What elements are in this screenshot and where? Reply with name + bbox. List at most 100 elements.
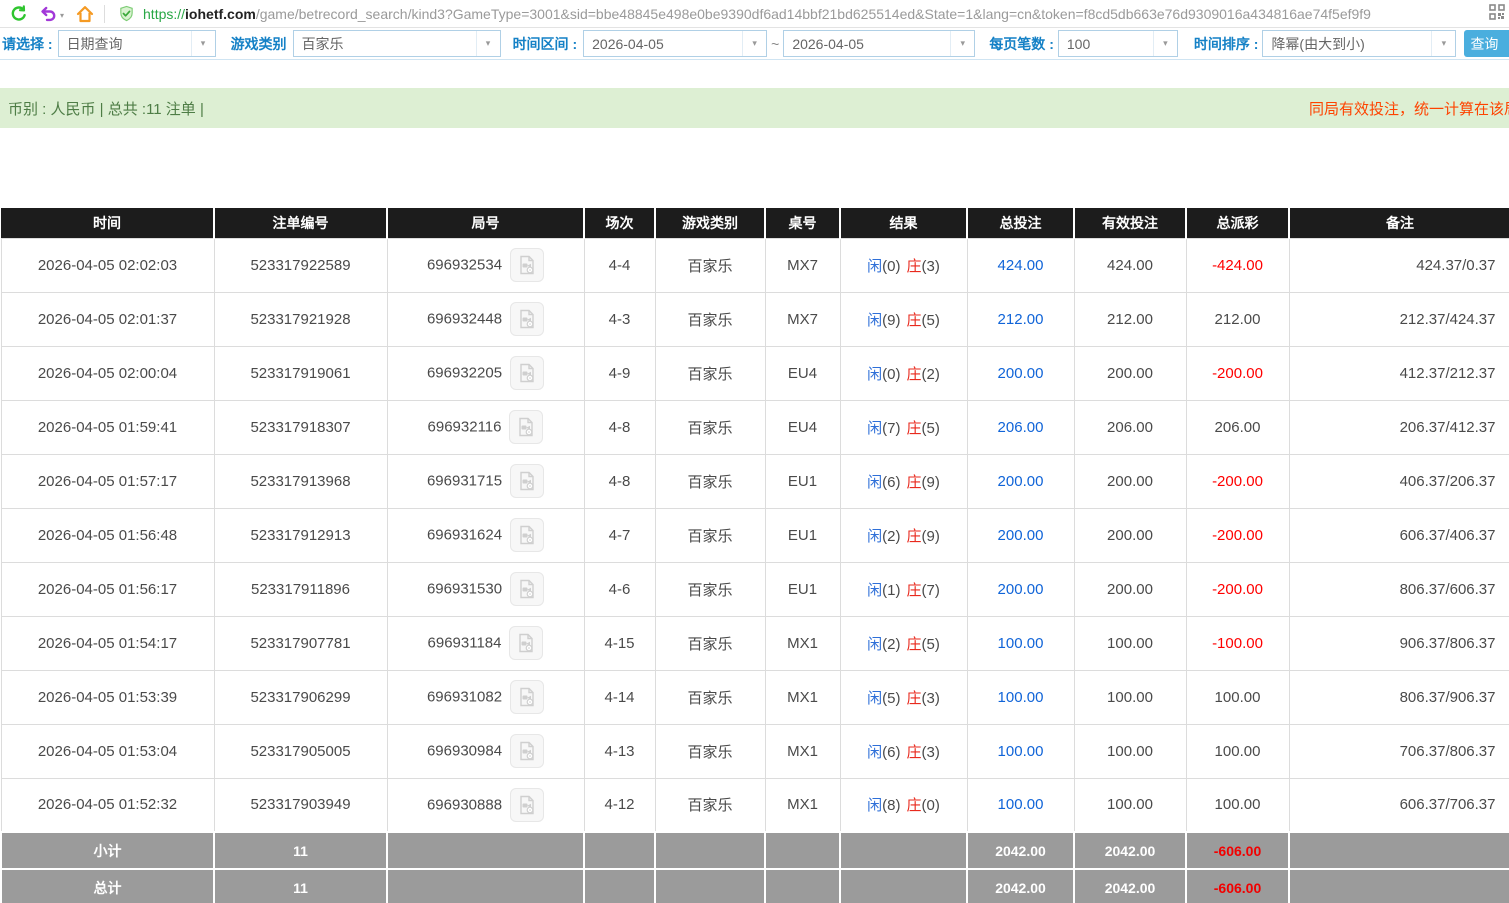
total-valid-bet: 2042.00 — [1074, 869, 1186, 903]
video-replay-button[interactable] — [509, 626, 543, 660]
payout: 212.00 — [1186, 292, 1289, 346]
empty-cell — [655, 869, 765, 903]
result-cell: 闲(2)庄(9) — [840, 508, 967, 562]
video-replay-button[interactable] — [510, 248, 544, 282]
total-bet-link[interactable]: 100.00 — [998, 796, 1044, 813]
session: 4-15 — [584, 616, 655, 670]
bet-time: 2026-04-05 01:56:48 — [1, 508, 214, 562]
session: 4-6 — [584, 562, 655, 616]
empty-cell — [840, 832, 967, 869]
total-bet-cell: 424.00 — [967, 238, 1074, 292]
table-row: 2026-04-05 02:00:04 523317919061 6969322… — [1, 346, 1509, 400]
video-replay-button[interactable] — [510, 788, 544, 822]
header-session: 场次 — [584, 208, 655, 238]
video-icon — [517, 363, 537, 383]
round-id: 696931184 — [428, 635, 502, 652]
remark: 806.37/906.37 — [1289, 670, 1509, 724]
total-bet-link[interactable]: 200.00 — [998, 581, 1044, 598]
table-code: MX1 — [765, 670, 840, 724]
player-result-points: (0) — [882, 366, 900, 383]
total-bet-link[interactable]: 100.00 — [998, 635, 1044, 652]
banker-result-points: (7) — [922, 582, 940, 599]
valid-bet: 200.00 — [1074, 454, 1186, 508]
result-cell: 闲(8)庄(0) — [840, 778, 967, 832]
player-result-points: (8) — [882, 797, 900, 814]
home-icon[interactable] — [74, 3, 96, 25]
video-replay-button[interactable] — [510, 518, 544, 552]
empty-cell — [765, 869, 840, 903]
player-result-points: (1) — [882, 582, 900, 599]
session: 4-14 — [584, 670, 655, 724]
video-replay-button[interactable] — [509, 410, 543, 444]
back-icon[interactable] — [36, 3, 58, 25]
remark: 906.37/806.37 — [1289, 616, 1509, 670]
back-history-caret-icon[interactable]: ▾ — [60, 11, 64, 20]
round-cell: 696930984 — [387, 724, 584, 778]
result-cell: 闲(1)庄(7) — [840, 562, 967, 616]
total-row: 总计 11 2042.00 2042.00 -606.00 — [1, 869, 1509, 903]
page-size-dropdown[interactable]: 100 ▾ — [1058, 30, 1178, 57]
player-result-points: (0) — [882, 258, 900, 275]
bet-table-body: 2026-04-05 02:02:03 523317922589 6969325… — [1, 238, 1509, 832]
video-replay-button[interactable] — [510, 680, 544, 714]
reload-icon[interactable] — [8, 3, 30, 25]
banker-result-points: (5) — [922, 420, 940, 437]
chevron-down-icon: ▾ — [191, 31, 215, 56]
valid-bet: 100.00 — [1074, 670, 1186, 724]
search-button[interactable]: 查询 — [1464, 30, 1509, 57]
video-replay-button[interactable] — [510, 302, 544, 336]
payout: 100.00 — [1186, 778, 1289, 832]
player-result-label: 闲 — [867, 744, 882, 761]
valid-bet: 200.00 — [1074, 508, 1186, 562]
bet-time: 2026-04-05 01:53:04 — [1, 724, 214, 778]
table-row: 2026-04-05 01:56:17 523317911896 6969315… — [1, 562, 1509, 616]
security-shield-icon[interactable] — [115, 3, 137, 25]
date-from-input[interactable]: 2026-04-05 ▾ — [583, 30, 767, 57]
banker-result-points: (9) — [922, 528, 940, 545]
banker-result-label: 庄 — [907, 744, 922, 761]
select-mode-dropdown[interactable]: 日期查询 ▾ — [58, 30, 216, 57]
payout: 100.00 — [1186, 724, 1289, 778]
total-bet-link[interactable]: 200.00 — [998, 365, 1044, 382]
total-bet-link[interactable]: 424.00 — [998, 257, 1044, 274]
qr-code-icon[interactable] — [1489, 4, 1505, 23]
round-id: 696931530 — [427, 581, 502, 598]
game-type-dropdown[interactable]: 百家乐 ▾ — [293, 30, 501, 57]
video-replay-button[interactable] — [510, 356, 544, 390]
url-bar[interactable]: https://iohetf.com/game/betrecord_search… — [115, 2, 1509, 26]
valid-bet: 100.00 — [1074, 778, 1186, 832]
back-icon-svg — [38, 5, 56, 23]
sort-order-dropdown[interactable]: 降幂(由大到小) ▾ — [1262, 30, 1456, 57]
payout: 206.00 — [1186, 400, 1289, 454]
game-type: 百家乐 — [655, 778, 765, 832]
header-round-id: 局号 — [387, 208, 584, 238]
bet-id: 523317907781 — [214, 616, 387, 670]
total-bet-link[interactable]: 200.00 — [998, 527, 1044, 544]
session: 4-8 — [584, 454, 655, 508]
game-type: 百家乐 — [655, 616, 765, 670]
banker-result-label: 庄 — [907, 312, 922, 329]
table-row: 2026-04-05 02:02:03 523317922589 6969325… — [1, 238, 1509, 292]
total-bet-link[interactable]: 100.00 — [998, 689, 1044, 706]
result-cell: 闲(6)庄(3) — [840, 724, 967, 778]
total-bet-link[interactable]: 100.00 — [998, 743, 1044, 760]
date-to-input[interactable]: 2026-04-05 ▾ — [783, 30, 975, 57]
subtotal-valid-bet: 2042.00 — [1074, 832, 1186, 869]
video-replay-button[interactable] — [510, 572, 544, 606]
video-replay-button[interactable] — [510, 734, 544, 768]
player-result-points: (5) — [882, 690, 900, 707]
bet-id: 523317918307 — [214, 400, 387, 454]
total-bet-link[interactable]: 212.00 — [998, 311, 1044, 328]
subtotal-total-bet: 2042.00 — [967, 832, 1074, 869]
subtotal-label: 小计 — [1, 832, 214, 869]
valid-bet: 200.00 — [1074, 346, 1186, 400]
remark: 212.37/424.37 — [1289, 292, 1509, 346]
sort-order-value: 降幂(由大到小) — [1263, 34, 1431, 54]
video-replay-button[interactable] — [510, 464, 544, 498]
result-cell: 闲(6)庄(9) — [840, 454, 967, 508]
total-bet-link[interactable]: 200.00 — [998, 473, 1044, 490]
round-id: 696931624 — [427, 527, 502, 544]
total-bet-link[interactable]: 206.00 — [998, 419, 1044, 436]
payout: -100.00 — [1186, 616, 1289, 670]
bet-time: 2026-04-05 02:01:37 — [1, 292, 214, 346]
